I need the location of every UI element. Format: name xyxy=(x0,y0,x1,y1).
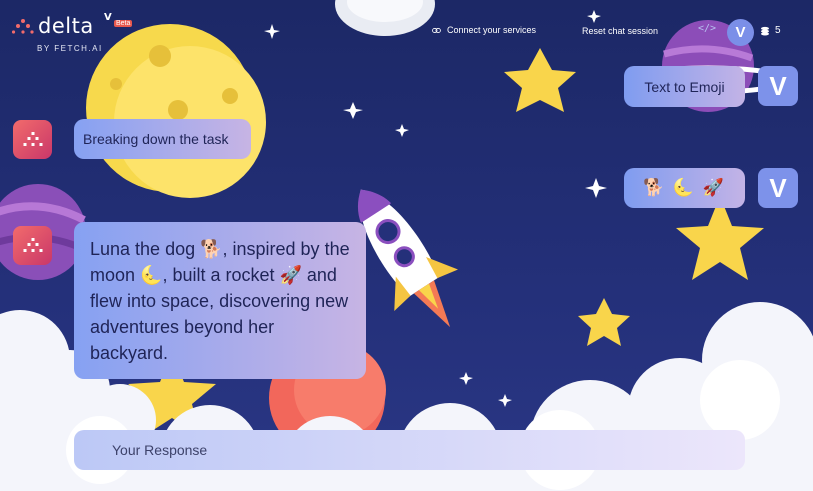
user-message-avatar: V xyxy=(758,168,798,208)
fetch-agent-icon xyxy=(23,237,42,252)
connect-services-link[interactable]: Connect your services xyxy=(432,25,536,35)
response-composer xyxy=(74,430,745,470)
message-text: Breaking down the task xyxy=(83,131,229,147)
link-icon xyxy=(432,27,441,33)
agent-avatar xyxy=(13,120,52,159)
user-avatar-initial: V xyxy=(769,172,787,203)
top-bar: delta V Beta BY FETCH.AI Connect your se… xyxy=(0,0,813,60)
response-input[interactable] xyxy=(112,442,712,458)
fetch-logo-icon xyxy=(12,19,34,34)
connect-services-label: Connect your services xyxy=(446,25,536,35)
user-message-avatar: V xyxy=(758,66,798,106)
user-avatar-initial: V xyxy=(735,24,746,41)
logo-superscript: V xyxy=(104,12,112,23)
user-avatar[interactable]: V xyxy=(727,19,754,46)
fetch-agent-icon xyxy=(23,131,42,146)
credits-counter[interactable]: 5 xyxy=(760,25,781,36)
coins-icon xyxy=(761,26,769,35)
logo-byline: BY FETCH.AI xyxy=(37,44,103,53)
agent-message: Luna the dog 🐕, inspired by the moon 🌜, … xyxy=(74,222,366,379)
user-message: 🐕 🌜 🚀 xyxy=(624,168,745,208)
beta-badge: Beta xyxy=(114,20,133,27)
message-text: 🐕 🌜 🚀 xyxy=(643,178,726,197)
code-view-icon[interactable]: </> xyxy=(698,23,716,34)
user-avatar-initial: V xyxy=(769,70,787,101)
message-text: Luna the dog 🐕, inspired by the moon 🌜, … xyxy=(90,239,350,363)
credits-value: 5 xyxy=(775,25,781,36)
agent-message: Breaking down the task xyxy=(74,119,251,159)
message-text: Text to Emoji xyxy=(644,78,725,95)
reset-chat-button[interactable]: Reset chat session xyxy=(582,26,658,36)
user-message: Text to Emoji xyxy=(624,66,745,107)
agent-avatar xyxy=(13,226,52,265)
logo-wordmark: delta xyxy=(38,14,94,38)
